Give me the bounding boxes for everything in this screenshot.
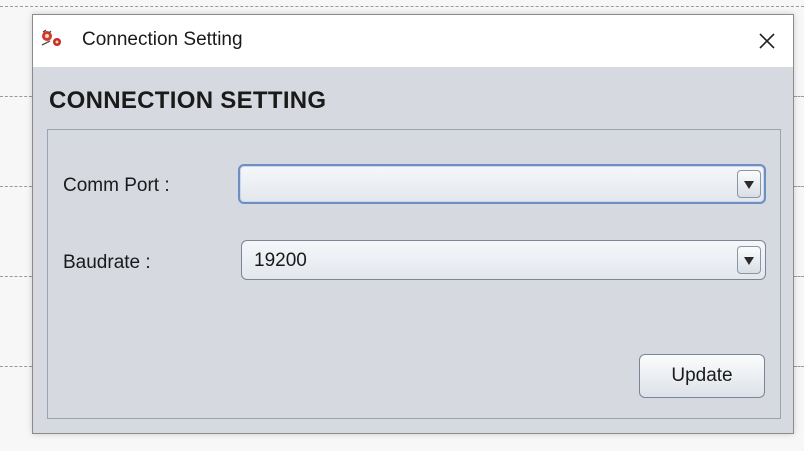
- background-gridline: [0, 366, 32, 367]
- background-gridline: [794, 366, 804, 367]
- comm-port-dropdown[interactable]: [238, 164, 766, 204]
- baudrate-dropdown[interactable]: 19200: [241, 240, 766, 280]
- background-gridline: [0, 96, 32, 97]
- background-gridline: [0, 6, 804, 7]
- baudrate-value: 19200: [254, 250, 307, 271]
- background-gridline: [0, 186, 32, 187]
- connection-setting-dialog: Connection Setting CONNECTION SETTING Co…: [32, 14, 794, 434]
- background-gridline: [794, 96, 804, 97]
- connection-app-icon: [41, 29, 61, 46]
- title-bar[interactable]: Connection Setting: [33, 15, 793, 67]
- comm-port-label: Comm Port :: [63, 175, 170, 196]
- close-icon[interactable]: [749, 23, 785, 59]
- baudrate-label: Baudrate :: [63, 252, 151, 273]
- background-gridline: [0, 276, 32, 277]
- background-gridline: [794, 276, 804, 277]
- update-button[interactable]: Update: [639, 354, 765, 398]
- window-title: Connection Setting: [82, 29, 243, 50]
- dialog-heading: CONNECTION SETTING: [49, 87, 327, 114]
- background-gridline: [794, 186, 804, 187]
- chevron-down-icon[interactable]: [737, 246, 761, 274]
- chevron-down-icon[interactable]: [737, 170, 761, 198]
